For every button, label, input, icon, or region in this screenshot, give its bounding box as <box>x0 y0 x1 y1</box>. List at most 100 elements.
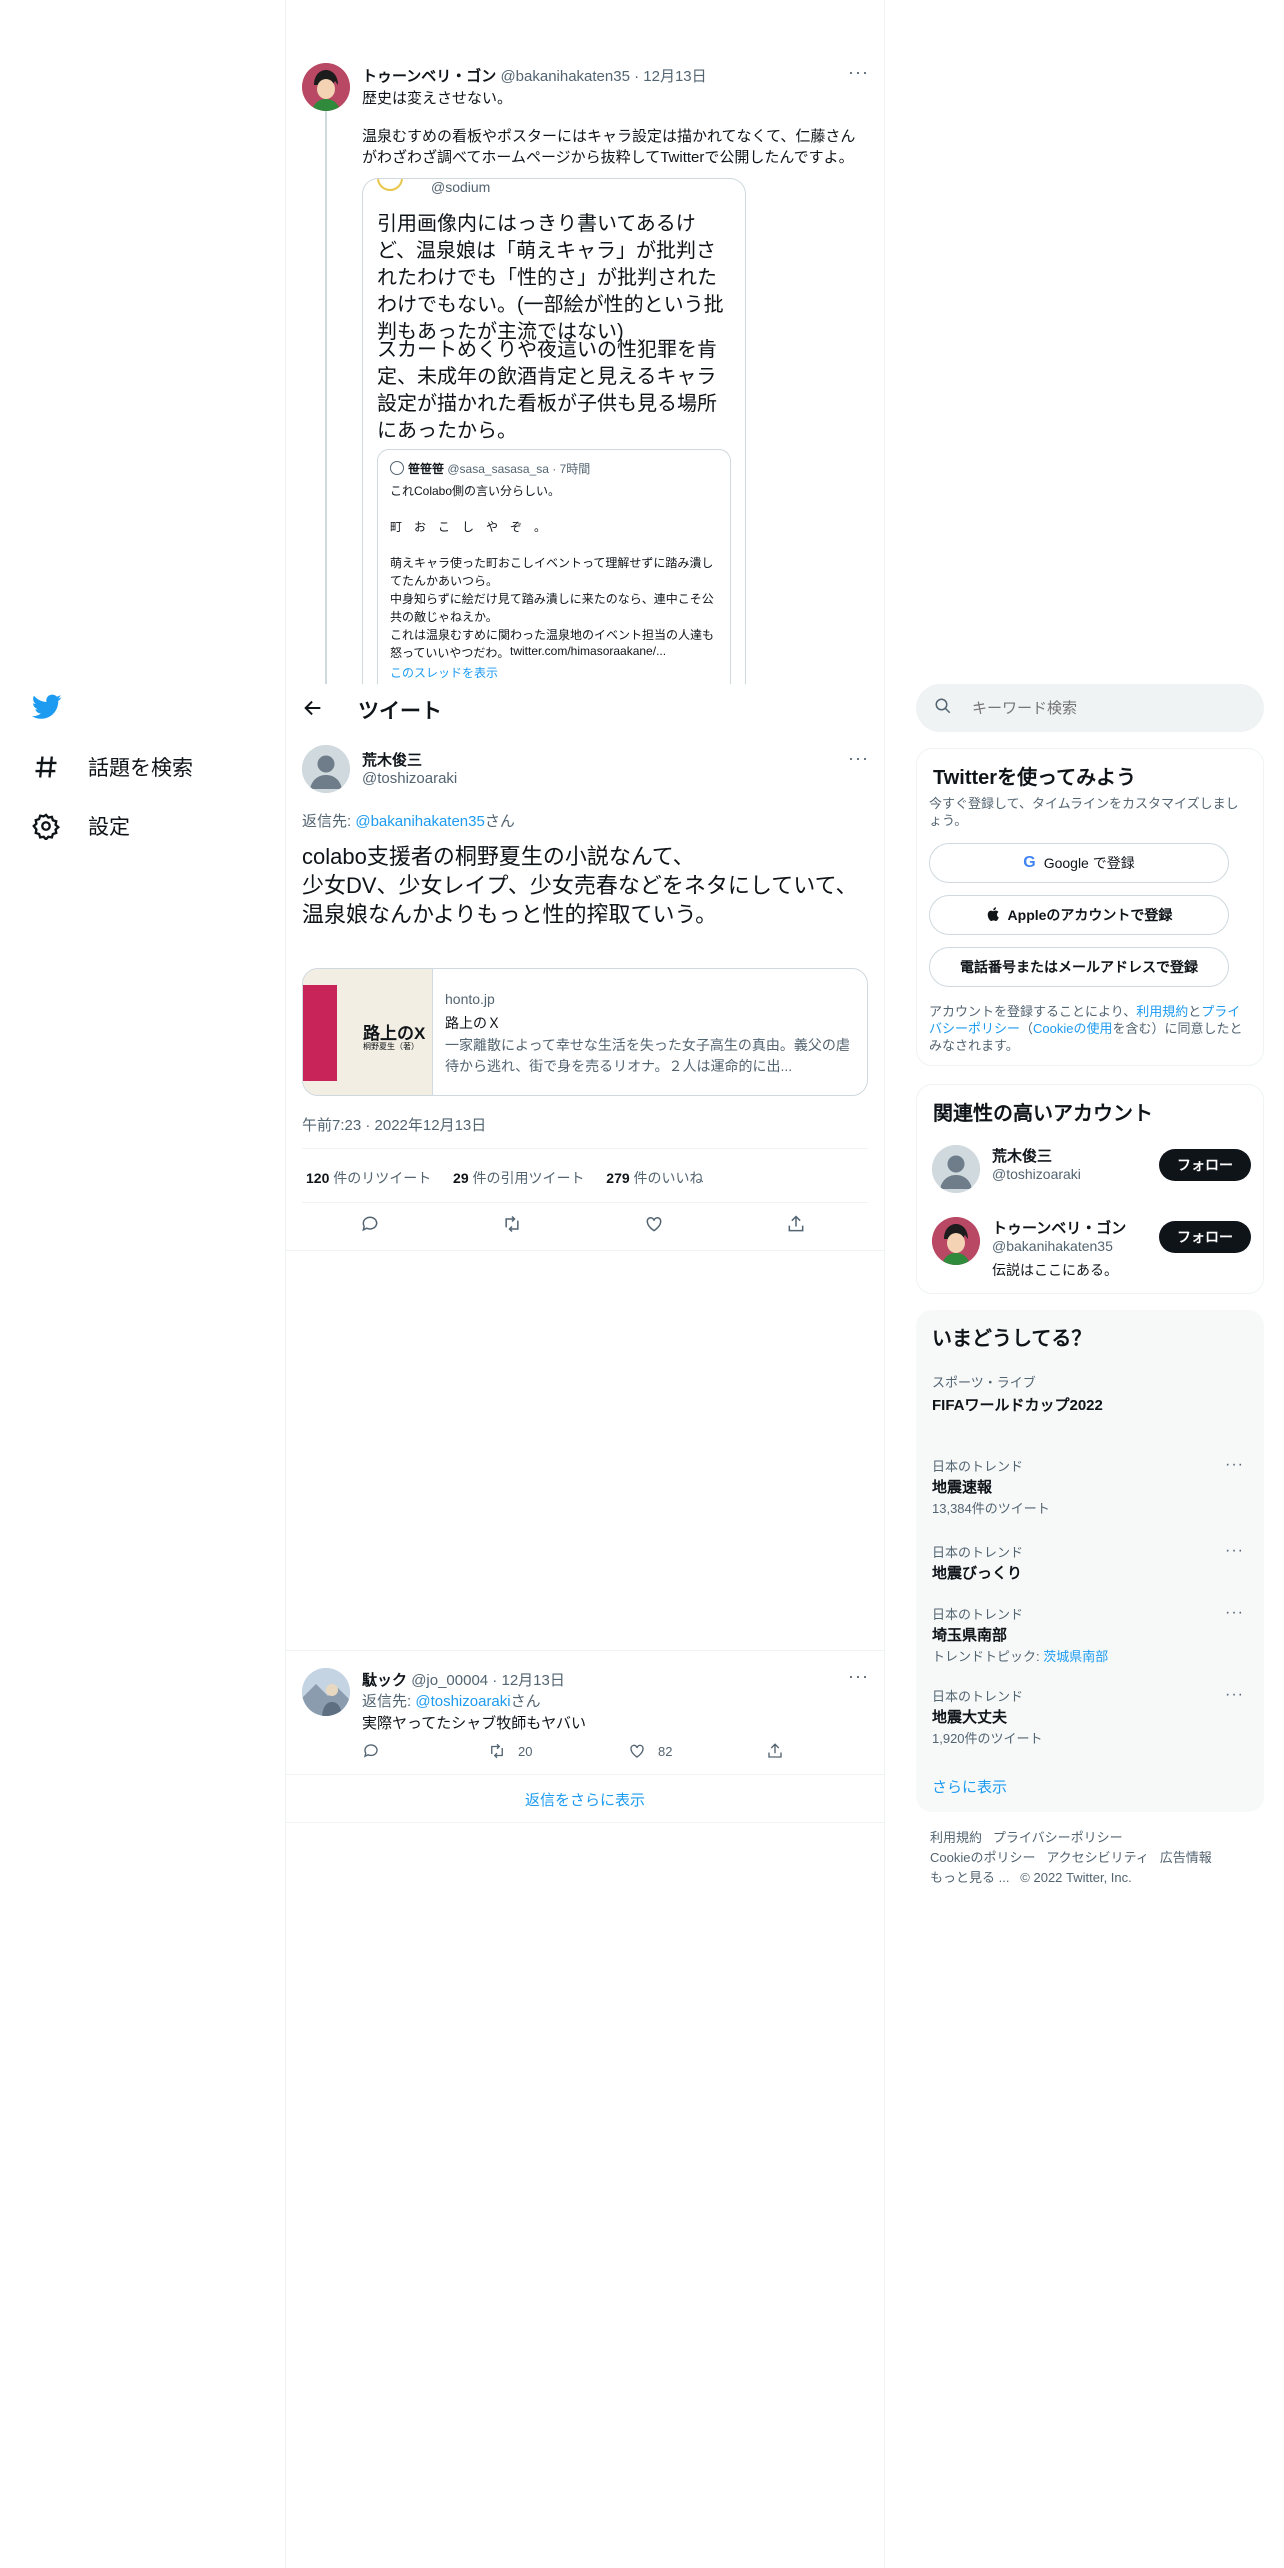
trend-item[interactable]: 日本のトレンド 埼玉県南部 トレンドトピック: 茨城県南部 ··· <box>916 1604 1264 1674</box>
trend-name: 埼玉県南部 <box>932 1627 1008 1644</box>
trend-topic: トレンドトピック: 茨城県南部 <box>932 1649 1109 1664</box>
show-more-replies-link[interactable]: 返信をさらに表示 <box>286 1789 884 1810</box>
nested-quote-name: 笹笹笹 <box>408 462 445 476</box>
trend-context: 日本のトレンド <box>932 1459 1024 1474</box>
avatar[interactable] <box>932 1217 980 1265</box>
cookie-link[interactable]: Cookieの使用 <box>1033 1021 1112 1036</box>
nested-quote-l4: 中身知らずに絵だけ見て踏み潰しに来たのなら、連中こそ公共の敵じゃねえか。 <box>390 592 714 624</box>
trends-show-more-link[interactable]: さらに表示 <box>932 1776 1007 1797</box>
nav-settings[interactable]: 設定 <box>32 811 130 841</box>
footer-ads[interactable]: 広告情報 <box>1160 1850 1212 1865</box>
more-icon[interactable]: ··· <box>848 748 869 769</box>
like-button[interactable]: 82 <box>628 1742 672 1760</box>
footer-privacy[interactable]: プライバシーポリシー <box>993 1830 1123 1845</box>
follow-button[interactable]: フォロー <box>1159 1149 1251 1181</box>
footer-more[interactable]: もっと見る ... <box>930 1870 1009 1885</box>
trend-count: 13,384件のツイート <box>932 1501 1050 1516</box>
trend-item[interactable]: 日本のトレンド 地震大丈夫 1,920件のツイート ··· <box>916 1686 1264 1756</box>
retweet-button[interactable]: 20 <box>488 1742 532 1760</box>
more-icon[interactable]: ··· <box>1225 1542 1244 1560</box>
footer-terms[interactable]: 利用規約 <box>930 1830 982 1845</box>
relevant-account-name[interactable]: トゥーンベリ・ゴン <box>992 1217 1126 1238</box>
link-card-description: 一家離散によって幸せな生活を失った女子高生の真由。義父の虐待から逃れ、街で身を売… <box>445 1037 850 1074</box>
avatar[interactable] <box>302 63 350 111</box>
search-bar[interactable] <box>916 684 1264 732</box>
main-tweet-text: colabo支援者の桐野夏生の小説なんて、 少女DV、少女レイプ、少女売春などを… <box>302 842 868 929</box>
more-icon[interactable]: ··· <box>1225 1456 1244 1474</box>
avatar[interactable] <box>302 745 350 793</box>
retweet-icon[interactable] <box>502 1214 522 1239</box>
avatar[interactable] <box>302 1668 350 1716</box>
like-icon[interactable] <box>644 1214 664 1239</box>
reply-suffix: さん <box>510 1693 541 1710</box>
reply-icon[interactable] <box>362 1742 380 1765</box>
show-thread-link[interactable]: このスレッドを表示 <box>390 664 498 681</box>
apple-signup-button[interactable]: Appleのアカウントで登録 <box>929 895 1229 935</box>
follow-button[interactable]: フォロー <box>1159 1221 1251 1253</box>
relevant-account-handle[interactable]: @toshizoaraki <box>992 1166 1081 1182</box>
like-icon <box>630 1744 644 1758</box>
nested-quote-url[interactable]: twitter.com/himasoraakane/... <box>510 644 666 658</box>
relevant-account-bio: 伝説はここにある。 <box>992 1262 1118 1278</box>
page-title: ツイート <box>358 700 442 723</box>
more-icon[interactable]: ··· <box>848 1666 869 1687</box>
trend-context: 日本のトレンド <box>932 1607 1024 1622</box>
trend-topic-link[interactable]: 茨城県南部 <box>1043 1649 1108 1664</box>
gear-icon <box>32 813 60 840</box>
quotes-stat[interactable]: 29 件の引用ツイート <box>453 1170 584 1186</box>
signup-legal: アカウントを登録することにより、利用規約とプライバシーポリシー（Cookieの使… <box>929 1004 1243 1053</box>
nested-quote-card[interactable]: 笹笹笹 @sasa_sasasa_sa · 7時間 これColabo側の言い分ら… <box>377 449 731 684</box>
more-icon[interactable]: ··· <box>848 62 869 83</box>
google-signup-button[interactable]: G Google で登録 <box>929 843 1229 883</box>
search-input[interactable] <box>972 699 1242 717</box>
parent-tweet-meta[interactable]: @bakanihakaten35 · 12月13日 <box>500 68 706 85</box>
link-card[interactable]: 路上のX 桐野夏生（著） honto.jp 路上のＸ 一家離散によって幸せな生活… <box>302 968 868 1096</box>
trend-name: 地震びっくり <box>932 1565 1023 1582</box>
reply-icon[interactable] <box>360 1214 380 1239</box>
share-icon[interactable] <box>766 1742 784 1765</box>
main-tweet-handle[interactable]: @toshizoaraki <box>362 770 457 787</box>
relevant-account-name[interactable]: 荒木俊三 <box>992 1145 1052 1166</box>
reply-tweet-meta[interactable]: @jo_00004 · 12月13日 <box>411 1672 565 1689</box>
footer-cookie[interactable]: Cookieのポリシー <box>930 1850 1035 1865</box>
main-tweet-stats: 120 件のリツイート 29 件の引用ツイート 279 件のいいね <box>306 1168 704 1188</box>
nav-explore[interactable]: 話題を検索 <box>32 752 193 782</box>
more-icon[interactable]: ··· <box>1225 1604 1244 1622</box>
main-tweet-line1: colabo支援者の桐野夏生の小説なんて、 <box>302 844 695 869</box>
trend-item[interactable]: 日本のトレンド 地震速報 13,384件のツイート ··· <box>916 1456 1264 1526</box>
book-cover-stripe <box>303 985 337 1081</box>
parent-tweet-name[interactable]: トゥーンベリ・ゴン <box>362 68 496 85</box>
main-column-right-border <box>884 0 885 2568</box>
divider <box>286 1250 884 1251</box>
trend-item[interactable]: 日本のトレンド 地震びっくり ··· <box>916 1542 1264 1590</box>
likes-stat[interactable]: 279 件のいいね <box>606 1170 703 1186</box>
main-tweet-name[interactable]: 荒木俊三 <box>362 749 422 770</box>
avatar[interactable] <box>932 1145 980 1193</box>
reply-to-link[interactable]: @bakanihakaten35 <box>355 813 485 830</box>
email-signup-button[interactable]: 電話番号またはメールアドレスで登録 <box>929 947 1229 987</box>
terms-link[interactable]: 利用規約 <box>1136 1004 1188 1019</box>
trend-context: 日本のトレンド <box>932 1689 1024 1704</box>
reply-to-link[interactable]: @toshizoaraki <box>415 1693 510 1710</box>
trend-event-name[interactable]: FIFAワールドカップ2022 <box>932 1394 1103 1415</box>
trend-context: 日本のトレンド <box>932 1545 1024 1560</box>
quote-tweet-card[interactable]: @sodium 引用画像内にはっきり書いてあるけど、温泉娘は「萌えキャラ」が批判… <box>362 178 746 684</box>
main-tweet-timestamp[interactable]: 午前7:23 · 2022年12月13日 <box>302 1114 486 1135</box>
signup-subtitle: 今すぐ登録して、タイムラインをカスタマイズしましょう。 <box>929 796 1239 828</box>
main-tweet-actions <box>302 1214 868 1238</box>
quote-text-1: 引用画像内にはっきり書いてあるけど、温泉娘は「萌えキャラ」が批判されたわけでも「… <box>377 213 724 343</box>
parent-tweet-header: トゥーンベリ・ゴン @bakanihakaten35 · 12月13日 <box>362 65 707 86</box>
retweets-stat[interactable]: 120 件のリツイート <box>306 1170 431 1186</box>
reply-tweet-name[interactable]: 駄ック <box>362 1672 407 1689</box>
more-icon[interactable]: ··· <box>1225 1686 1244 1704</box>
back-arrow-icon[interactable] <box>302 697 324 724</box>
reply-tweet-header: 駄ック @jo_00004 · 12月13日 <box>362 1669 565 1690</box>
relevant-account-handle[interactable]: @bakanihakaten35 <box>992 1238 1113 1254</box>
share-icon[interactable] <box>786 1214 806 1239</box>
main-tweet-line2: 少女DV、少女レイプ、少女売春などをネタにしていて、 <box>302 873 858 898</box>
parent-tweet-line1: 歴史は変えさせない。 <box>362 90 513 107</box>
footer-accessibility[interactable]: アクセシビリティ <box>1046 1850 1149 1865</box>
apple-signup-label: Appleのアカウントで登録 <box>1007 907 1173 923</box>
reply-prefix: 返信先: <box>362 1693 416 1710</box>
twitter-logo-icon[interactable] <box>31 694 62 725</box>
